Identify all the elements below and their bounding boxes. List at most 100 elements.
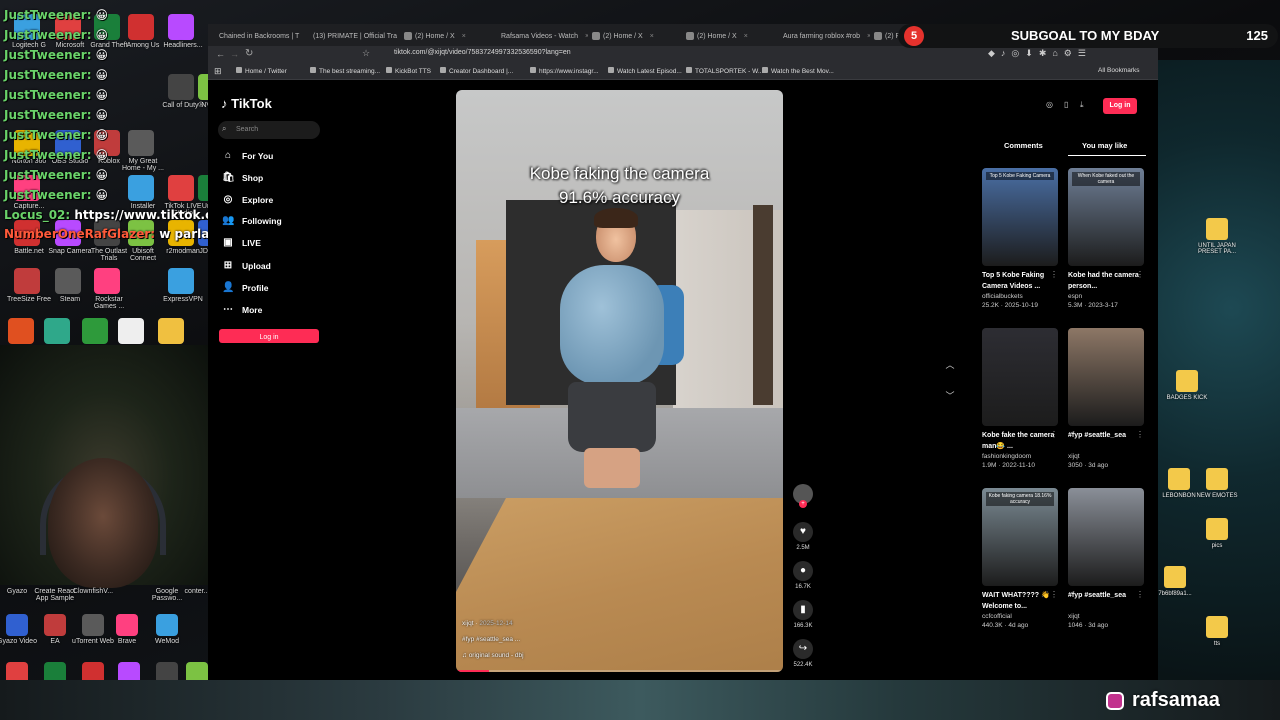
- card-title[interactable]: #fyp #seattle_sea: [1068, 590, 1146, 612]
- desktop-app-icon[interactable]: [94, 268, 120, 294]
- reload-icon[interactable]: ↻: [245, 48, 253, 59]
- close-tab-icon[interactable]: ×: [650, 33, 654, 40]
- video-thumbnail[interactable]: [1068, 488, 1144, 586]
- browser-tab[interactable]: Chained in Backrooms | T×: [216, 28, 306, 44]
- nav-item-for-you[interactable]: ⌂ For You: [222, 150, 273, 161]
- video-author[interactable]: xijqt: [462, 620, 474, 627]
- video-player[interactable]: Kobe faking the camera 91.6% accuracy xi…: [456, 90, 783, 672]
- nav-item-more[interactable]: ⋯ More: [222, 304, 262, 315]
- desktop-app-icon[interactable]: [82, 318, 108, 344]
- nav-item-profile[interactable]: 👤 Profile: [222, 282, 268, 293]
- url-field[interactable]: tiktok.com/@xijqt/video/7583724997332536…: [394, 49, 914, 61]
- card-author[interactable]: xijqt: [1068, 613, 1146, 620]
- back-icon[interactable]: ←: [216, 49, 225, 59]
- desktop-app-icon[interactable]: [158, 318, 184, 344]
- folder-icon[interactable]: [1206, 218, 1228, 240]
- card-author[interactable]: officialbuckets: [982, 293, 1060, 300]
- folder-icon[interactable]: [1206, 616, 1228, 638]
- more-options-icon[interactable]: ⋮: [1050, 270, 1058, 279]
- desktop-app-icon[interactable]: [6, 614, 28, 636]
- folder-icon[interactable]: [1206, 468, 1228, 490]
- download-icon[interactable]: ⤓: [1080, 100, 1084, 110]
- card-author[interactable]: fashionkingdoom: [982, 453, 1060, 460]
- card-author[interactable]: xijqt: [1068, 453, 1146, 460]
- card-title[interactable]: #fyp #seattle_sea: [1068, 430, 1146, 452]
- desktop-app-icon[interactable]: [128, 14, 154, 40]
- bookmark-item[interactable]: The best streaming...: [310, 67, 380, 75]
- close-tab-icon[interactable]: ×: [867, 33, 870, 40]
- save-button[interactable]: ▮ 166.3K: [792, 600, 814, 629]
- coins-icon[interactable]: ◎: [1046, 100, 1053, 109]
- desktop-app-icon[interactable]: [55, 268, 81, 294]
- card-title[interactable]: WAIT WHAT???? 👋 Welcome to...: [982, 590, 1060, 612]
- video-sound[interactable]: original sound - dbj: [469, 652, 524, 659]
- desktop-app-icon[interactable]: [44, 614, 66, 636]
- close-tab-icon[interactable]: ×: [744, 33, 748, 40]
- bookmark-item[interactable]: Watch the Best Mov...: [762, 67, 834, 75]
- recommended-video-card[interactable]: #fyp #seattle_sea xijqt 3050 · 3d ago ⋮: [1068, 328, 1146, 469]
- video-thumbnail[interactable]: Top 5 Kobe Faking Camera: [982, 168, 1058, 266]
- tab-you-may-like[interactable]: You may like: [1082, 141, 1127, 150]
- apps-grid-icon[interactable]: ⊞: [214, 66, 222, 77]
- browser-tab[interactable]: (2) Home / X ×: [404, 28, 494, 44]
- recommended-video-card[interactable]: Top 5 Kobe Faking Camera Top 5 Kobe Fakin…: [982, 168, 1060, 309]
- nav-item-live[interactable]: ▣ LIVE: [222, 237, 261, 248]
- nav-item-upload[interactable]: ⊞ Upload: [222, 260, 271, 271]
- nav-item-following[interactable]: 👥 Following: [222, 215, 282, 226]
- bookmark-item[interactable]: https://www.instagr...: [530, 67, 599, 75]
- desktop-app-icon[interactable]: [116, 614, 138, 636]
- browser-tab[interactable]: (2) Home / X ×: [686, 28, 776, 44]
- desktop-app-icon[interactable]: [168, 268, 194, 294]
- tab-comments[interactable]: Comments: [1004, 141, 1043, 150]
- folder-icon[interactable]: [1176, 370, 1198, 392]
- video-progress[interactable]: [456, 670, 783, 672]
- more-options-icon[interactable]: ⋮: [1136, 430, 1144, 439]
- like-button[interactable]: ♥ 2.5M: [792, 522, 814, 551]
- recommended-video-card[interactable]: When Kobe faked out the camera Kobe had t…: [1068, 168, 1146, 309]
- desktop-app-icon[interactable]: [118, 318, 144, 344]
- video-thumbnail[interactable]: Kobe faking camera 18.16% accuracy: [982, 488, 1058, 586]
- card-title[interactable]: Kobe had the camera person...: [1068, 270, 1146, 292]
- desktop-app-icon[interactable]: [168, 14, 194, 40]
- desktop-app-icon[interactable]: [128, 175, 154, 201]
- browser-tab[interactable]: (2) Home / X ×: [592, 28, 682, 44]
- bookmark-item[interactable]: KickBot TTS: [386, 67, 431, 75]
- author-avatar[interactable]: +: [792, 484, 814, 508]
- desktop-app-icon[interactable]: [44, 318, 70, 344]
- video-thumbnail[interactable]: [1068, 328, 1144, 426]
- sidebar-login-button[interactable]: Log in: [219, 329, 319, 343]
- card-author[interactable]: espn: [1068, 293, 1146, 300]
- more-options-icon[interactable]: ⋮: [1136, 590, 1144, 599]
- video-thumbnail[interactable]: [982, 328, 1058, 426]
- bookmark-item[interactable]: Home / Twitter: [236, 67, 287, 75]
- card-title[interactable]: Kobe fake the camera man😂 ...: [982, 430, 1060, 452]
- bookmark-item[interactable]: TOTALSPORTEK - W...: [686, 67, 763, 75]
- desktop-app-icon[interactable]: [168, 175, 194, 201]
- extension-icons[interactable]: ◆♪◎⬇✱⌂⚙☰: [988, 48, 1092, 59]
- desktop-app-icon[interactable]: [156, 614, 178, 636]
- desktop-app-icon[interactable]: [14, 268, 40, 294]
- more-options-icon[interactable]: ⋮: [1050, 430, 1058, 439]
- folder-icon[interactable]: [1168, 468, 1190, 490]
- comment-button[interactable]: ● 16.7K: [792, 561, 814, 590]
- recommended-video-card[interactable]: #fyp #seattle_sea xijqt 1046 · 3d ago ⋮: [1068, 488, 1146, 629]
- folder-icon[interactable]: [1206, 518, 1228, 540]
- search-input[interactable]: Search: [218, 121, 320, 139]
- nav-item-shop[interactable]: 🛍 Shop: [222, 172, 263, 183]
- next-video-arrow[interactable]: ﹀: [940, 386, 960, 406]
- recommended-video-card[interactable]: Kobe fake the camera man😂 ... fashionking…: [982, 328, 1060, 469]
- all-bookmarks[interactable]: All Bookmarks: [1098, 67, 1140, 74]
- close-tab-icon[interactable]: ×: [462, 33, 466, 40]
- device-icon[interactable]: ▯: [1064, 100, 1068, 109]
- tiktok-logo[interactable]: ♪ TikTok: [221, 96, 272, 111]
- bookmark-item[interactable]: Creator Dashboard |...: [440, 67, 513, 75]
- card-title[interactable]: Top 5 Kobe Faking Camera Videos ...: [982, 270, 1060, 292]
- more-options-icon[interactable]: ⋮: [1050, 590, 1058, 599]
- card-author[interactable]: ccfcofficial: [982, 613, 1060, 620]
- video-thumbnail[interactable]: When Kobe faked out the camera: [1068, 168, 1144, 266]
- video-description[interactable]: #fyp #seattle_sea ...: [462, 632, 524, 648]
- recommended-video-card[interactable]: Kobe faking camera 18.16% accuracy WAIT W…: [982, 488, 1060, 629]
- desktop-app-icon[interactable]: [128, 130, 154, 156]
- browser-tab[interactable]: (13) PRIMATE | Official Tra×: [310, 28, 400, 44]
- close-tab-icon[interactable]: ×: [585, 33, 588, 40]
